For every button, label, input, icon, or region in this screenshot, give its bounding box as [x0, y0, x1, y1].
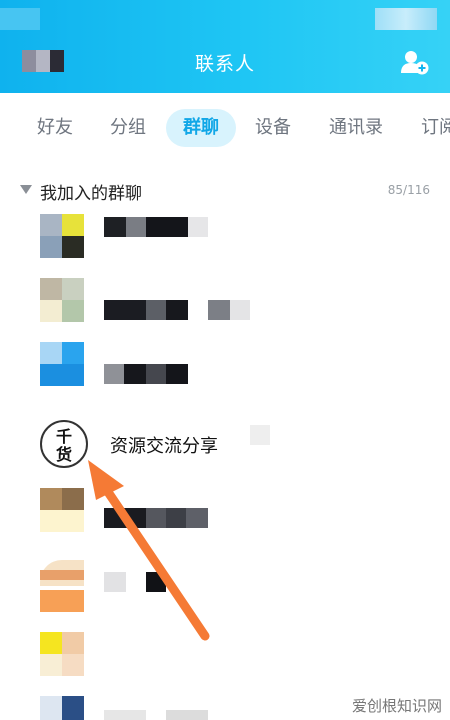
group-row[interactable] — [0, 560, 450, 630]
section-title: 我加入的群聊 — [40, 184, 142, 204]
header-bar: 联系人 — [0, 0, 450, 93]
group-row[interactable] — [0, 342, 450, 412]
add-contact-icon[interactable] — [400, 49, 430, 75]
tab-group-chats[interactable]: 群聊 — [166, 109, 236, 147]
group-avatar: 千货 — [40, 420, 88, 468]
tab-subscriptions[interactable]: 订阅 — [408, 109, 450, 147]
group-avatar — [40, 696, 84, 720]
joined-groups-section-header[interactable]: 我加入的群聊 85/116 — [0, 176, 450, 206]
caret-down-icon — [20, 185, 32, 194]
watermark: 爱创根知识网 — [351, 697, 442, 715]
group-row[interactable] — [0, 214, 450, 284]
group-name: 资源交流分享 — [110, 436, 218, 457]
status-bar-right-blur — [375, 8, 437, 30]
group-row-resource-sharing[interactable]: 千货 资源交流分享 — [0, 420, 450, 490]
status-bar-left-blur — [0, 8, 40, 30]
tab-devices[interactable]: 设备 — [242, 109, 304, 147]
group-row[interactable] — [0, 278, 450, 348]
group-avatar-text: 千货 — [55, 427, 72, 464]
page-title: 联系人 — [194, 53, 255, 75]
tab-groups[interactable]: 分组 — [97, 109, 159, 147]
group-row[interactable] — [0, 488, 450, 558]
contact-tabs: 好友 分组 群聊 设备 通讯录 订阅 — [0, 103, 450, 153]
group-row[interactable] — [0, 632, 450, 702]
group-avatar — [40, 560, 84, 612]
tab-friends[interactable]: 好友 — [24, 109, 86, 147]
group-avatar — [40, 278, 84, 322]
group-avatar — [40, 214, 84, 258]
section-count: 85/116 — [387, 183, 430, 197]
tab-address-book[interactable]: 通讯录 — [316, 109, 396, 147]
group-avatar — [40, 488, 84, 532]
group-avatar — [40, 632, 84, 676]
group-avatar — [40, 342, 84, 386]
